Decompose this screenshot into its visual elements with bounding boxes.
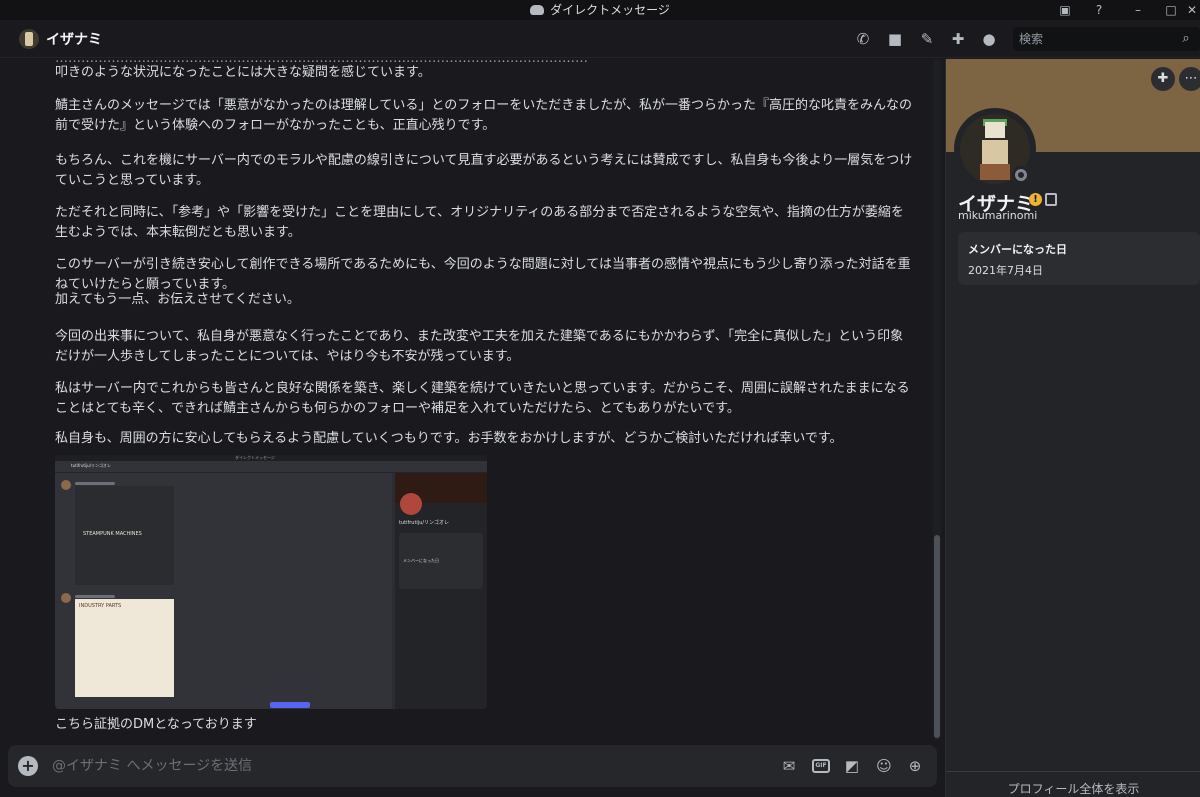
- profile-username: mikumarinomi: [958, 209, 1038, 222]
- close-button[interactable]: ✕: [1182, 0, 1200, 20]
- emoji-icon[interactable]: ☺: [874, 756, 894, 776]
- shot-text-line: [75, 482, 115, 485]
- search-icon[interactable]: ⌕: [1176, 29, 1196, 49]
- message-paragraph: 私はサーバー内でこれからも皆さんと良好な関係を築き、楽しく建築を続けていきたいと…: [55, 381, 910, 416]
- screenshare-icon[interactable]: ▣: [1055, 0, 1075, 20]
- profile-avatar[interactable]: [954, 108, 1036, 190]
- shot-member-label: メンバーになった日: [403, 558, 439, 563]
- search-input[interactable]: [1013, 27, 1173, 51]
- voice-call-icon[interactable]: ✆: [853, 29, 873, 49]
- shot-text-line: [75, 595, 115, 598]
- avatar-figure-body: [982, 140, 1008, 166]
- message-paragraph: ただそれと同時に、「参考」や「影響を受けた」ことを理由にして、オリジナリティのあ…: [55, 205, 904, 240]
- video-call-icon[interactable]: ■: [885, 29, 905, 49]
- note-icon[interactable]: [1045, 193, 1057, 206]
- maximize-button[interactable]: □: [1161, 0, 1181, 20]
- shot-header: [55, 461, 487, 473]
- member-since-card: メンバーになった日 2021年7月4日: [958, 232, 1200, 285]
- message-paragraph: 加えてもう一点、お伝えさせてください。: [55, 292, 300, 307]
- profile-panel: ✚ ⋯ イザナミ ! mikumarinomi メンバーになった日 2021年7…: [945, 59, 1200, 797]
- message-paragraph: 鯖主さんのメッセージでは「悪意がなかったのは理解している」とのフォローをいただき…: [55, 98, 912, 133]
- shot-header-user: tutifrutiju/リンゴオレ: [71, 463, 112, 468]
- dm-header: イザナミ ✆ ■ ✎ ✚ ● ⌕: [0, 20, 1200, 58]
- attach-plus-icon[interactable]: +: [18, 756, 38, 776]
- message-paragraph: 私自身も、周囲の方に安心してもらえるよう配慮していくつもりです。お手数をおかけし…: [55, 431, 843, 446]
- member-since-label: メンバーになった日: [968, 243, 1067, 256]
- member-since-value: 2021年7月4日: [968, 264, 1043, 277]
- shot-image1-text: STEAMPUNK MACHINES: [83, 531, 142, 537]
- shot-profile-avatar: [400, 493, 422, 515]
- shot-servers-card: [399, 576, 483, 588]
- attached-screenshot[interactable]: ダイレクトメッセージ tutifrutiju/リンゴオレ STEAMPUNK M…: [55, 455, 487, 709]
- shot-avatar: [61, 480, 71, 490]
- sticker-icon[interactable]: ◩: [842, 756, 862, 776]
- message-scroll-thumb[interactable]: [934, 535, 940, 738]
- view-full-profile-link[interactable]: プロフィール全体を表示: [946, 771, 1200, 797]
- profile-toggle-icon[interactable]: ●: [979, 29, 999, 49]
- window-title-area: ダイレクトメッセージ: [0, 0, 1200, 20]
- window-titlebar: ダイレクトメッセージ ▣ ? – □ ✕: [0, 0, 1200, 20]
- shot-image2-text: INDUSTRY PARTS: [79, 603, 122, 609]
- dm-username[interactable]: イザナミ: [46, 29, 102, 49]
- discord-icon: [530, 5, 545, 15]
- add-friend-button[interactable]: ✚: [1151, 67, 1175, 91]
- search-box[interactable]: ⌕: [1013, 27, 1200, 51]
- gif-icon[interactable]: GIF: [812, 759, 830, 773]
- message-paragraph: このサーバーが引き続き安心して創作できる場所であるためにも、今回のような問題に対…: [55, 257, 911, 292]
- pin-icon[interactable]: ✎: [917, 29, 937, 49]
- message-caption: こちら証拠のDMとなっております: [55, 717, 257, 732]
- message-paragraph: 叩きのような状況になったことには大きな疑問を感じています。: [55, 65, 431, 80]
- window-title: ダイレクトメッセージ: [550, 3, 670, 17]
- warning-icon[interactable]: !: [1029, 193, 1042, 206]
- message-paragraph: もちろん、これを機にサーバー内でのモラルや配慮の線引きについて見直す必要があると…: [55, 153, 913, 188]
- message-input[interactable]: [52, 753, 752, 779]
- shot-avatar: [61, 593, 71, 603]
- status-offline-icon: [1012, 166, 1030, 184]
- gift-icon[interactable]: ✉: [779, 756, 799, 776]
- help-icon[interactable]: ?: [1089, 0, 1109, 20]
- message-composer[interactable]: + ✉ GIF ◩ ☺ ⊕: [8, 745, 937, 787]
- avatar-figure-head: [985, 122, 1005, 138]
- minimize-button[interactable]: –: [1128, 0, 1148, 20]
- message-paragraph: 今回の出来事について、私自身が悪意なく行ったことであり、また改変や工夫を加えた建…: [55, 329, 904, 364]
- avatar-figure-legs: [980, 164, 1010, 180]
- shot-button: [270, 702, 310, 708]
- shot-image-industry: [75, 599, 174, 697]
- activities-icon[interactable]: ⊕: [905, 756, 925, 776]
- message-list[interactable]: ……………………………………………………………………………………………………………: [0, 59, 932, 740]
- more-options-button[interactable]: ⋯: [1179, 67, 1200, 91]
- shot-profile-name: tutifrutiju/リンゴオレ: [399, 520, 450, 526]
- add-friend-icon[interactable]: ✚: [948, 29, 968, 49]
- avatar[interactable]: [19, 29, 39, 49]
